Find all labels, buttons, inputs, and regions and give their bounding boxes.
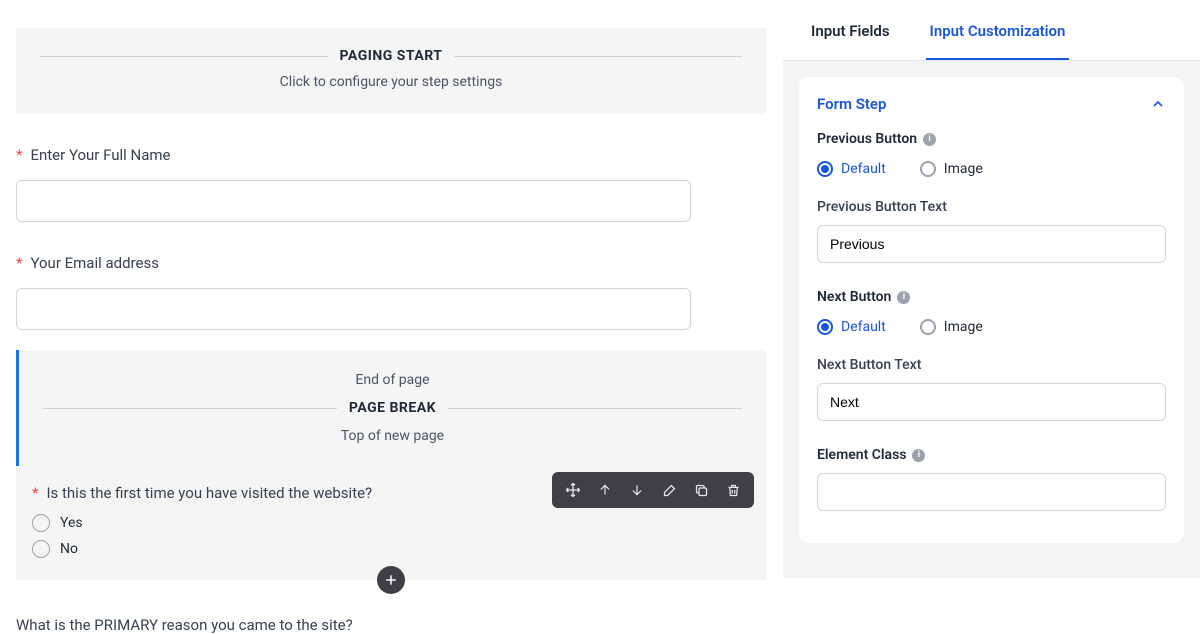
sidebar: Input Fields Input Customization Form St…: [782, 0, 1200, 579]
element-class-heading: Element Class i: [817, 447, 1166, 463]
radio-label: Image: [944, 319, 983, 335]
tab-input-fields[interactable]: Input Fields: [807, 0, 894, 60]
paging-start-title-row: PAGING START: [40, 48, 742, 64]
tab-input-customization[interactable]: Input Customization: [926, 0, 1070, 60]
heading-text: Previous Button: [817, 131, 917, 147]
paging-start-block[interactable]: PAGING START Click to configure your ste…: [16, 28, 766, 114]
panel-toggle[interactable]: Form Step: [817, 95, 1166, 113]
divider: [43, 408, 337, 409]
prev-text-label: Previous Button Text: [817, 199, 1166, 215]
next-text-label: Next Button Text: [817, 357, 1166, 373]
sidebar-body: Form Step Previous Button i Default Imag…: [783, 61, 1200, 578]
required-asterisk: *: [16, 254, 22, 272]
divider: [40, 56, 328, 57]
field-label: * Enter Your Full Name: [16, 146, 766, 164]
element-class-input[interactable]: [817, 473, 1166, 511]
add-field-button[interactable]: [377, 566, 405, 594]
radio-icon: [32, 540, 50, 558]
radio-icon: [817, 319, 833, 335]
radio-label: Image: [944, 161, 983, 177]
next-button-type-group: Default Image: [817, 319, 1166, 335]
chevron-up-icon: [1150, 96, 1166, 112]
prev-button-heading: Previous Button i: [817, 131, 1166, 147]
page-break-title: PAGE BREAK: [349, 400, 436, 416]
selected-field-block[interactable]: * Is this the first time you have visite…: [16, 466, 766, 580]
paging-start-title: PAGING START: [340, 48, 443, 64]
sidebar-tabs: Input Fields Input Customization: [783, 0, 1200, 61]
label-text: Is this the first time you have visited …: [46, 484, 372, 502]
move-down-icon[interactable]: [622, 476, 652, 504]
required-asterisk: *: [16, 146, 22, 164]
prev-radio-default[interactable]: Default: [817, 161, 886, 177]
field-toolbar: [552, 472, 754, 508]
field-email[interactable]: * Your Email address: [16, 254, 766, 330]
field-label: * Your Email address: [16, 254, 766, 272]
page-break-block[interactable]: End of page PAGE BREAK Top of new page: [16, 350, 766, 466]
label-text: Your Email address: [30, 254, 158, 272]
radio-label: Default: [841, 319, 886, 335]
panel-title: Form Step: [817, 95, 886, 113]
move-handle-icon[interactable]: [558, 476, 588, 504]
edit-icon[interactable]: [654, 476, 684, 504]
divider: [454, 56, 742, 57]
field-full-name[interactable]: * Enter Your Full Name: [16, 146, 766, 222]
move-up-icon[interactable]: [590, 476, 620, 504]
radio-icon: [920, 319, 936, 335]
page-break-end-label: End of page: [43, 372, 742, 388]
full-name-input[interactable]: [16, 180, 691, 222]
info-icon[interactable]: i: [923, 133, 936, 146]
next-radio-image[interactable]: Image: [920, 319, 983, 335]
form-canvas: PAGING START Click to configure your ste…: [0, 0, 782, 579]
next-text-input[interactable]: [817, 383, 1166, 421]
label-text: Enter Your Full Name: [30, 146, 170, 164]
info-icon[interactable]: i: [897, 291, 910, 304]
prev-button-type-group: Default Image: [817, 161, 1166, 177]
next-button-heading: Next Button i: [817, 289, 1166, 305]
label-text: What is the PRIMARY reason you came to t…: [16, 616, 353, 634]
email-input[interactable]: [16, 288, 691, 330]
radio-label: No: [60, 541, 78, 557]
radio-icon: [32, 514, 50, 532]
radio-option-no[interactable]: No: [32, 540, 750, 558]
radio-icon: [920, 161, 936, 177]
page-break-top-label: Top of new page: [43, 428, 742, 444]
heading-text: Element Class: [817, 447, 906, 463]
paging-start-subtitle: Click to configure your step settings: [40, 74, 742, 90]
prev-text-input[interactable]: [817, 225, 1166, 263]
radio-icon: [817, 161, 833, 177]
form-step-panel: Form Step Previous Button i Default Imag…: [799, 77, 1184, 543]
delete-icon[interactable]: [718, 476, 748, 504]
radio-label: Default: [841, 161, 886, 177]
heading-text: Next Button: [817, 289, 891, 305]
radio-label: Yes: [60, 515, 83, 531]
divider: [448, 408, 742, 409]
prev-radio-image[interactable]: Image: [920, 161, 983, 177]
field-primary-reason[interactable]: What is the PRIMARY reason you came to t…: [16, 616, 766, 634]
next-radio-default[interactable]: Default: [817, 319, 886, 335]
required-asterisk: *: [32, 484, 38, 502]
page-break-row: PAGE BREAK: [43, 400, 742, 416]
radio-option-yes[interactable]: Yes: [32, 514, 750, 532]
duplicate-icon[interactable]: [686, 476, 716, 504]
info-icon[interactable]: i: [912, 449, 925, 462]
